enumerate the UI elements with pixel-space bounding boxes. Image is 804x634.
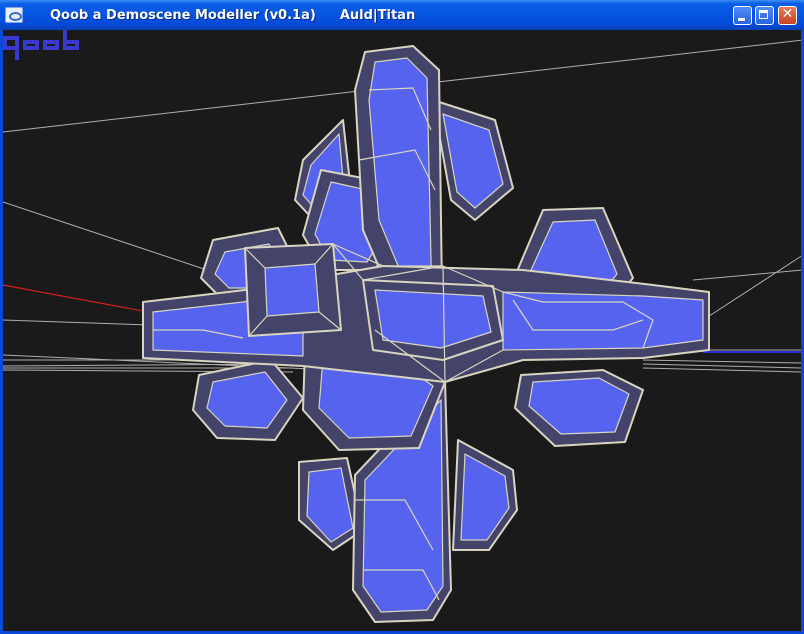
author-credit: Auld|Titan [339, 8, 416, 23]
3d-viewport[interactable] [3, 30, 801, 631]
close-button[interactable]: ✕ [778, 6, 797, 25]
maximize-button[interactable] [755, 6, 774, 25]
model-mesh [142, 45, 710, 623]
app-window: Qoob a Demoscene Modeller (v0.1a) Auld|Ti… [0, 0, 804, 634]
qoob-logo-icon [3, 30, 79, 60]
close-icon: ✕ [781, 6, 794, 22]
window-title: Qoob a Demoscene Modeller (v0.1a) Auld|Ti… [50, 8, 415, 23]
app-icon[interactable] [5, 7, 23, 23]
title-bar[interactable]: Qoob a Demoscene Modeller (v0.1a) Auld|Ti… [0, 0, 804, 30]
minimize-button[interactable] [733, 6, 752, 25]
app-title: Qoob a Demoscene Modeller (v0.1a) [50, 8, 316, 23]
model-render [3, 39, 801, 623]
